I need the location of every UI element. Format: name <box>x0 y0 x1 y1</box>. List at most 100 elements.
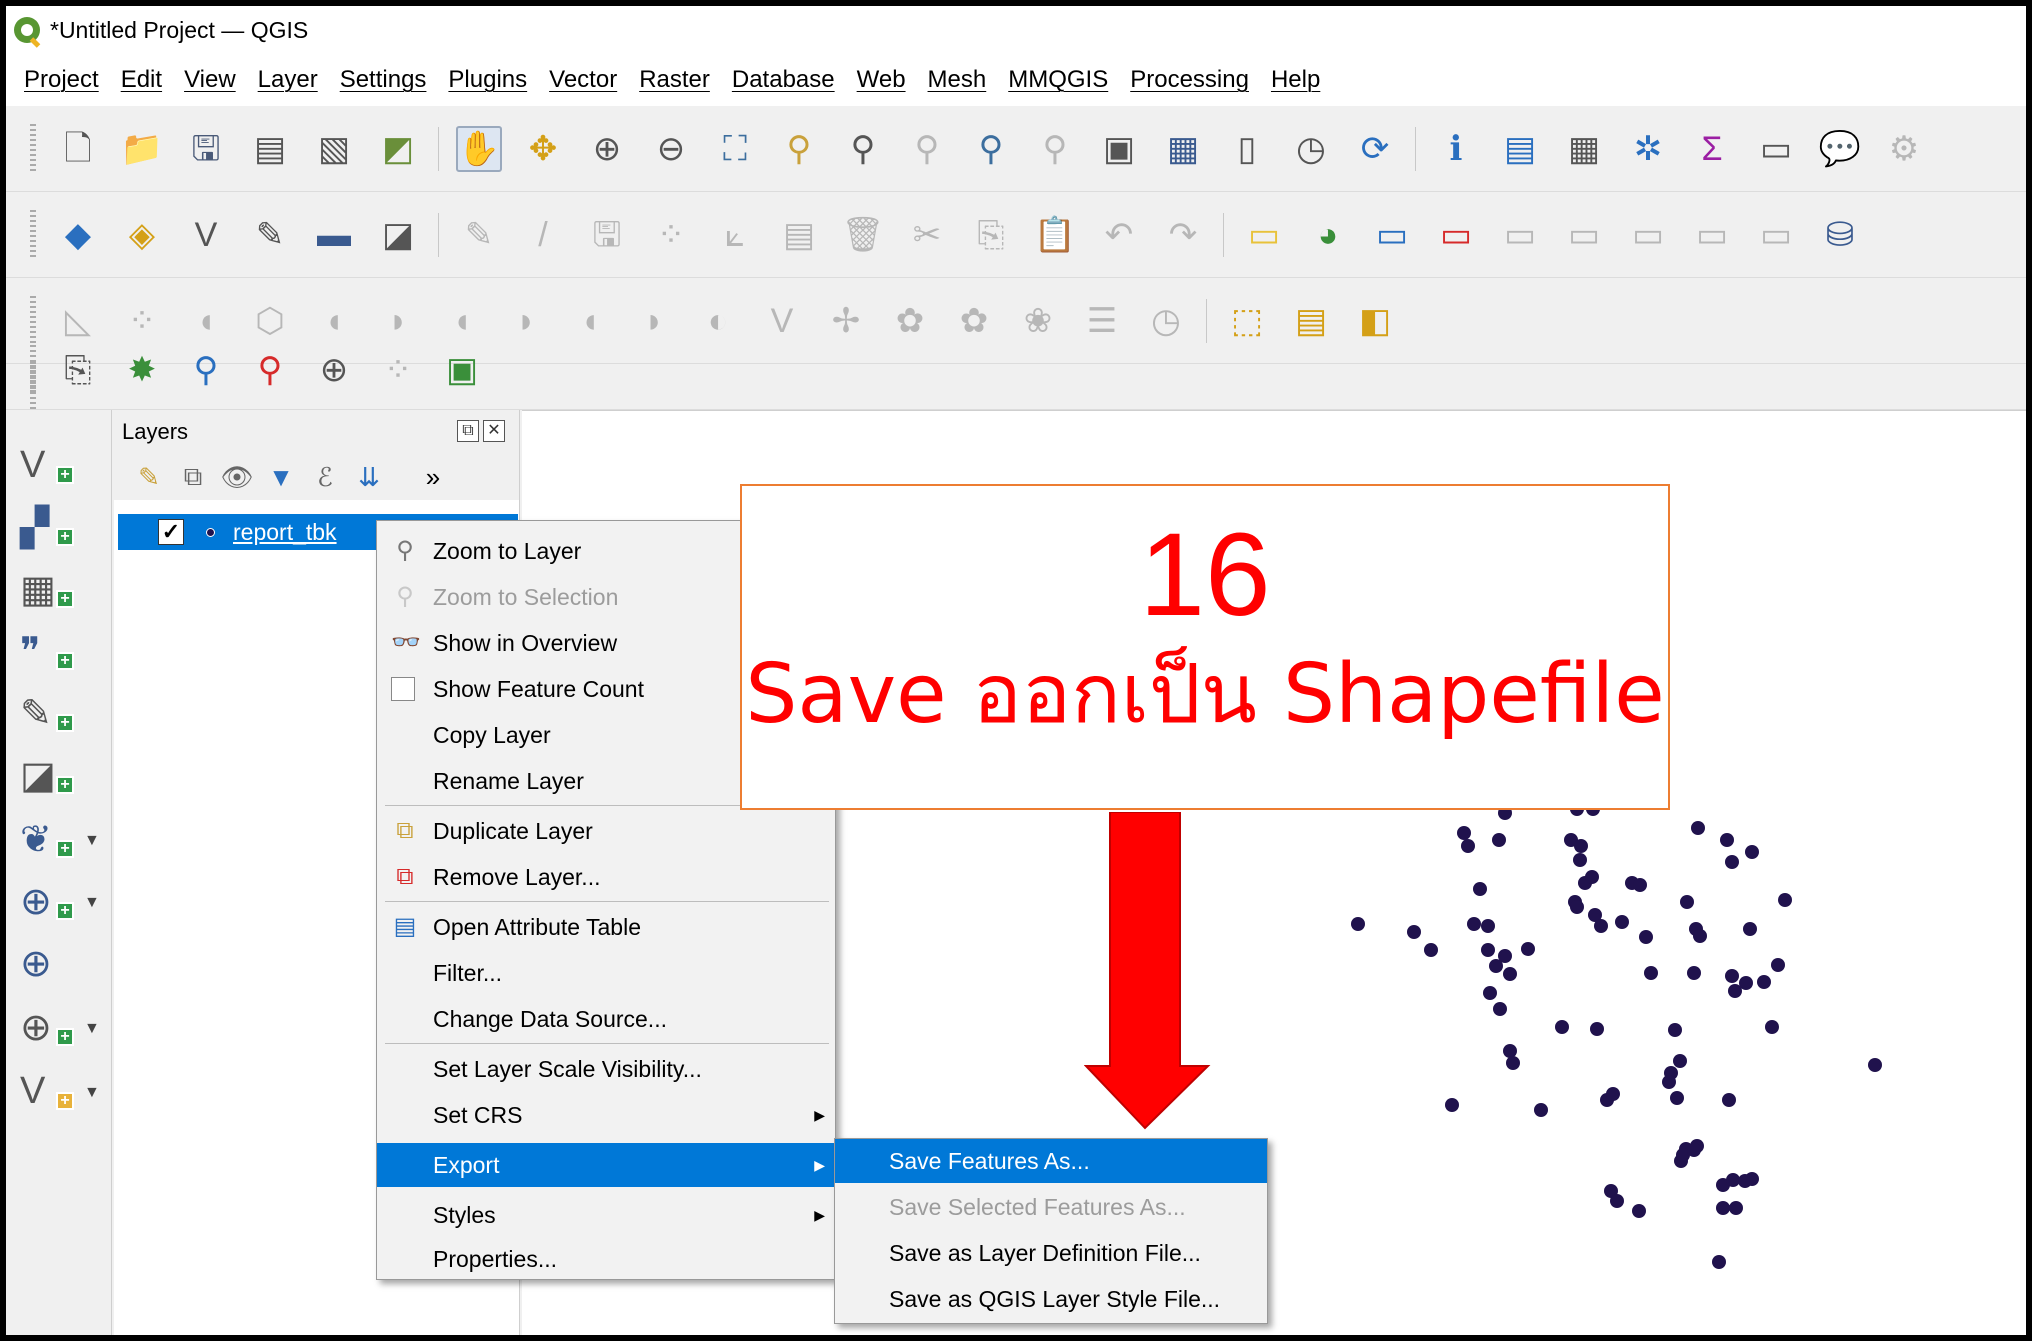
map-point-feature[interactable] <box>1693 929 1707 943</box>
map-point-feature[interactable] <box>1461 839 1475 853</box>
tutorial-callout: 16 Save ออกเป็น Shapefile <box>740 484 1670 810</box>
menu-item-label: Show in Overview <box>433 629 618 656</box>
menu-item-open-attribute-table[interactable]: ▤ Open Attribute Table <box>377 905 835 949</box>
map-point-feature[interactable] <box>1351 917 1365 931</box>
menu-separator <box>385 901 829 902</box>
menu-item-change-data-source[interactable]: Change Data Source... <box>377 997 835 1041</box>
map-point-feature[interactable] <box>1691 821 1705 835</box>
submenu-arrow-icon: ▶ <box>814 1206 825 1223</box>
map-point-feature[interactable] <box>1745 845 1759 859</box>
map-point-feature[interactable] <box>1483 986 1497 1000</box>
qgis-window: *Untitled Project — QGIS Project Edit Vi… <box>6 6 2026 1335</box>
map-point-feature[interactable] <box>1639 930 1653 944</box>
menu-item-duplicate-layer[interactable]: ⧉ Duplicate Layer <box>377 809 835 853</box>
map-point-feature[interactable] <box>1534 1103 1548 1117</box>
map-point-feature[interactable] <box>1481 919 1495 933</box>
map-point-feature[interactable] <box>1573 853 1587 867</box>
map-point-feature[interactable] <box>1594 919 1608 933</box>
menu-item-label: Save as Layer Definition File... <box>889 1239 1201 1266</box>
map-point-feature[interactable] <box>1668 1023 1682 1037</box>
duplicate-layer-icon: ⧉ <box>396 817 414 844</box>
menu-item-save-selected-features-as[interactable]: Save Selected Features As... <box>835 1185 1267 1229</box>
remove-layer-icon: ⧉ <box>396 863 414 890</box>
menu-item-save-as-layer-definition[interactable]: Save as Layer Definition File... <box>835 1231 1267 1275</box>
step-instruction: Save ออกเป็น Shapefile <box>745 647 1665 742</box>
menu-item-save-features-as[interactable]: Save Features As... <box>835 1139 1267 1183</box>
menu-item-filter[interactable]: Filter... <box>377 951 835 995</box>
map-point-feature[interactable] <box>1493 1002 1507 1016</box>
map-point-feature[interactable] <box>1445 1098 1459 1112</box>
menu-item-set-crs[interactable]: Set CRS ▶ <box>377 1093 835 1137</box>
map-point-feature[interactable] <box>1712 1255 1726 1269</box>
map-point-feature[interactable] <box>1521 942 1535 956</box>
map-point-feature[interactable] <box>1670 1091 1684 1105</box>
map-point-feature[interactable] <box>1492 833 1506 847</box>
map-point-feature[interactable] <box>1725 855 1739 869</box>
map-point-feature[interactable] <box>1481 943 1495 957</box>
map-point-feature[interactable] <box>1633 878 1647 892</box>
map-point-feature[interactable] <box>1680 895 1694 909</box>
map-point-feature[interactable] <box>1868 1058 1882 1072</box>
menu-item-label: Properties... <box>433 1245 557 1272</box>
map-point-feature[interactable] <box>1610 1194 1624 1208</box>
menu-separator <box>385 1043 829 1044</box>
map-point-feature[interactable] <box>1662 1075 1676 1089</box>
menu-item-save-as-qgis-layer-style[interactable]: Save as QGIS Layer Style File... <box>835 1277 1267 1321</box>
map-point-feature[interactable] <box>1632 1204 1646 1218</box>
map-point-feature[interactable] <box>1722 1093 1736 1107</box>
map-point-feature[interactable] <box>1606 1087 1620 1101</box>
map-point-feature[interactable] <box>1687 966 1701 980</box>
map-point-feature[interactable] <box>1765 1020 1779 1034</box>
map-point-feature[interactable] <box>1673 1054 1687 1068</box>
map-point-feature[interactable] <box>1503 1044 1517 1058</box>
menu-item-label: Export <box>433 1151 500 1178</box>
menu-item-label: Save Features As... <box>889 1147 1090 1174</box>
map-point-feature[interactable] <box>1757 975 1771 989</box>
submenu-arrow-icon: ▶ <box>814 1156 825 1173</box>
map-point-feature[interactable] <box>1457 826 1471 840</box>
map-point-feature[interactable] <box>1424 943 1438 957</box>
menu-item-label: Rename Layer <box>433 767 584 794</box>
map-point-feature[interactable] <box>1720 833 1734 847</box>
map-point-feature[interactable] <box>1506 1056 1520 1070</box>
map-point-feature[interactable] <box>1725 969 1739 983</box>
menu-item-label: Save as QGIS Layer Style File... <box>889 1285 1221 1312</box>
menu-item-styles[interactable]: Styles ▶ <box>377 1193 835 1237</box>
down-arrow-icon <box>1084 812 1211 1130</box>
map-point-feature[interactable] <box>1729 1201 1743 1215</box>
map-point-feature[interactable] <box>1771 958 1785 972</box>
map-point-feature[interactable] <box>1745 1172 1759 1186</box>
map-point-feature[interactable] <box>1716 1201 1730 1215</box>
export-submenu: Save Features As... Save Selected Featur… <box>834 1138 1268 1324</box>
map-point-feature[interactable] <box>1574 839 1588 853</box>
map-point-feature[interactable] <box>1590 1022 1604 1036</box>
zoom-to-selection-icon: ⚲ <box>396 583 414 610</box>
menu-item-export[interactable]: Export ▶ <box>377 1143 835 1187</box>
menu-item-set-layer-scale-visibility[interactable]: Set Layer Scale Visibility... <box>377 1047 835 1091</box>
map-point-feature[interactable] <box>1778 893 1792 907</box>
menu-item-remove-layer[interactable]: ⧉ Remove Layer... <box>377 855 835 899</box>
map-point-feature[interactable] <box>1473 882 1487 896</box>
menu-item-properties[interactable]: Properties... <box>377 1237 835 1281</box>
map-point-feature[interactable] <box>1644 966 1658 980</box>
map-point-feature[interactable] <box>1489 959 1503 973</box>
map-point-feature[interactable] <box>1585 870 1599 884</box>
feature-count-checkbox[interactable] <box>391 677 415 701</box>
menu-item-label: Show Feature Count <box>433 675 644 702</box>
map-point-feature[interactable] <box>1555 1020 1569 1034</box>
map-point-feature[interactable] <box>1570 900 1584 914</box>
attribute-table-icon: ▤ <box>393 913 417 940</box>
map-point-feature[interactable] <box>1407 925 1421 939</box>
menu-item-label: Zoom to Layer <box>433 537 582 564</box>
menu-item-label: Change Data Source... <box>433 1005 667 1032</box>
map-point-feature[interactable] <box>1503 967 1517 981</box>
map-point-feature[interactable] <box>1726 1173 1740 1187</box>
map-point-feature[interactable] <box>1687 1143 1701 1157</box>
menu-item-label: Set Layer Scale Visibility... <box>433 1055 702 1082</box>
map-point-feature[interactable] <box>1728 984 1742 998</box>
menu-item-label: Remove Layer... <box>433 863 601 890</box>
map-point-feature[interactable] <box>1743 922 1757 936</box>
map-point-feature[interactable] <box>1467 917 1481 931</box>
submenu-arrow-icon: ▶ <box>814 1106 825 1123</box>
map-point-feature[interactable] <box>1615 915 1629 929</box>
